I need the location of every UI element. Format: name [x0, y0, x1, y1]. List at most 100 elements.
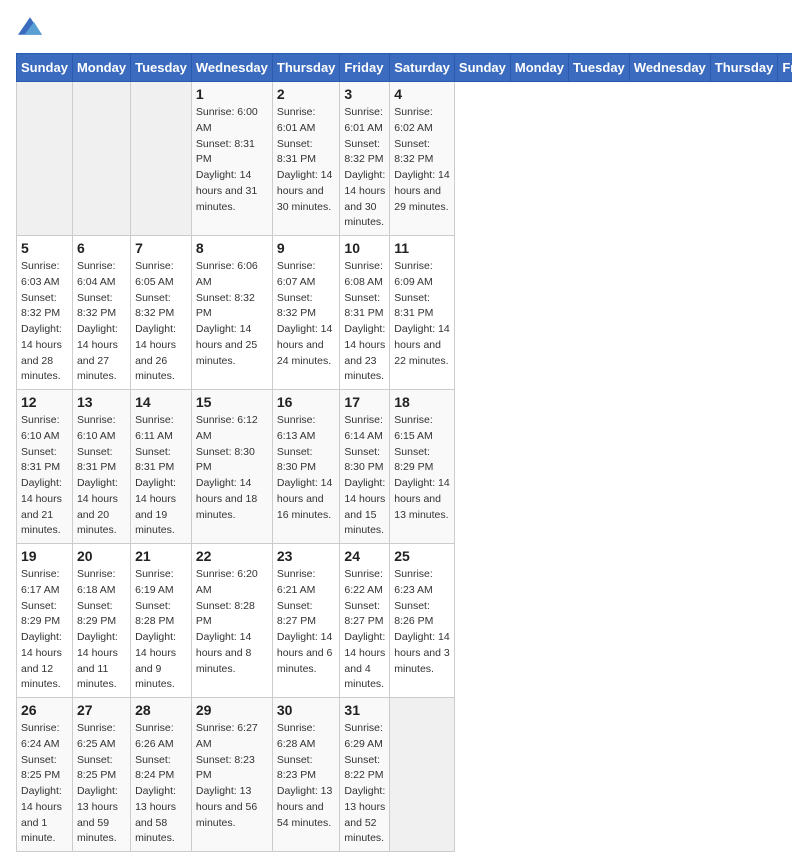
header-friday: Friday — [340, 54, 390, 82]
day-info: Sunrise: 6:10 AMSunset: 8:31 PMDaylight:… — [77, 413, 126, 539]
header-tuesday: Tuesday — [569, 54, 630, 82]
header-saturday: Saturday — [390, 54, 455, 82]
day-info: Sunrise: 6:24 AMSunset: 8:25 PMDaylight:… — [21, 721, 68, 847]
day-info: Sunrise: 6:10 AMSunset: 8:31 PMDaylight:… — [21, 413, 68, 539]
calendar-cell: 28 Sunrise: 6:26 AMSunset: 8:24 PMDayligh… — [131, 698, 192, 852]
day-number: 17 — [344, 394, 385, 410]
day-number: 13 — [77, 394, 126, 410]
day-info: Sunrise: 6:08 AMSunset: 8:31 PMDaylight:… — [344, 259, 385, 385]
header-monday: Monday — [510, 54, 568, 82]
day-number: 20 — [77, 548, 126, 564]
day-info: Sunrise: 6:01 AMSunset: 8:31 PMDaylight:… — [277, 105, 336, 215]
day-number: 8 — [196, 240, 268, 256]
calendar-cell: 7 Sunrise: 6:05 AMSunset: 8:32 PMDaylight… — [131, 236, 192, 390]
header-tuesday: Tuesday — [131, 54, 192, 82]
day-number: 10 — [344, 240, 385, 256]
day-number: 27 — [77, 702, 126, 718]
calendar-cell: 12 Sunrise: 6:10 AMSunset: 8:31 PMDayligh… — [17, 390, 73, 544]
calendar-cell: 20 Sunrise: 6:18 AMSunset: 8:29 PMDayligh… — [72, 544, 130, 698]
day-info: Sunrise: 6:21 AMSunset: 8:27 PMDaylight:… — [277, 567, 336, 677]
day-info: Sunrise: 6:13 AMSunset: 8:30 PMDaylight:… — [277, 413, 336, 523]
day-number: 16 — [277, 394, 336, 410]
day-number: 11 — [394, 240, 450, 256]
header-friday: Friday — [778, 54, 792, 82]
calendar-cell: 11 Sunrise: 6:09 AMSunset: 8:31 PMDayligh… — [390, 236, 455, 390]
day-number: 6 — [77, 240, 126, 256]
calendar-header-row: SundayMondayTuesdayWednesdayThursdayFrid… — [17, 54, 792, 82]
calendar-cell: 26 Sunrise: 6:24 AMSunset: 8:25 PMDayligh… — [17, 698, 73, 852]
day-number: 18 — [394, 394, 450, 410]
day-number: 26 — [21, 702, 68, 718]
calendar-cell: 13 Sunrise: 6:10 AMSunset: 8:31 PMDayligh… — [72, 390, 130, 544]
day-info: Sunrise: 6:17 AMSunset: 8:29 PMDaylight:… — [21, 567, 68, 693]
header-wednesday: Wednesday — [191, 54, 272, 82]
calendar-cell — [390, 698, 455, 852]
header-sunday: Sunday — [17, 54, 73, 82]
day-info: Sunrise: 6:04 AMSunset: 8:32 PMDaylight:… — [77, 259, 126, 385]
day-number: 9 — [277, 240, 336, 256]
calendar-cell: 10 Sunrise: 6:08 AMSunset: 8:31 PMDayligh… — [340, 236, 390, 390]
calendar-cell: 15Sunrise: 6:12 AMSunset: 8:30 PMDayligh… — [191, 390, 272, 544]
day-number: 4 — [394, 86, 450, 102]
day-info: Sunrise: 6:02 AMSunset: 8:32 PMDaylight:… — [394, 105, 450, 215]
day-info: Sunrise: 6:00 AMSunset: 8:31 PMDaylight:… — [196, 105, 268, 215]
calendar-cell: 16 Sunrise: 6:13 AMSunset: 8:30 PMDayligh… — [272, 390, 340, 544]
day-info: Sunrise: 6:26 AMSunset: 8:24 PMDaylight:… — [135, 721, 187, 847]
calendar-cell: 27 Sunrise: 6:25 AMSunset: 8:25 PMDayligh… — [72, 698, 130, 852]
day-number: 7 — [135, 240, 187, 256]
calendar-cell — [131, 82, 192, 236]
day-info: Sunrise: 6:15 AMSunset: 8:29 PMDaylight:… — [394, 413, 450, 523]
day-number: 31 — [344, 702, 385, 718]
day-number: 3 — [344, 86, 385, 102]
day-info: Sunrise: 6:05 AMSunset: 8:32 PMDaylight:… — [135, 259, 187, 385]
calendar-week-row: 26 Sunrise: 6:24 AMSunset: 8:25 PMDayligh… — [17, 698, 792, 852]
calendar-week-row: 5Sunrise: 6:03 AMSunset: 8:32 PMDaylight… — [17, 236, 792, 390]
day-info: Sunrise: 6:09 AMSunset: 8:31 PMDaylight:… — [394, 259, 450, 369]
calendar-cell: 17 Sunrise: 6:14 AMSunset: 8:30 PMDayligh… — [340, 390, 390, 544]
day-number: 29 — [196, 702, 268, 718]
calendar-cell: 2 Sunrise: 6:01 AMSunset: 8:31 PMDaylight… — [272, 82, 340, 236]
day-info: Sunrise: 6:06 AMSunset: 8:32 PMDaylight:… — [196, 259, 268, 369]
day-info: Sunrise: 6:20 AMSunset: 8:28 PMDaylight:… — [196, 567, 268, 677]
header-monday: Monday — [72, 54, 130, 82]
day-info: Sunrise: 6:22 AMSunset: 8:27 PMDaylight:… — [344, 567, 385, 693]
day-number: 21 — [135, 548, 187, 564]
calendar-cell: 6 Sunrise: 6:04 AMSunset: 8:32 PMDaylight… — [72, 236, 130, 390]
day-info: Sunrise: 6:29 AMSunset: 8:22 PMDaylight:… — [344, 721, 385, 847]
day-info: Sunrise: 6:12 AMSunset: 8:30 PMDaylight:… — [196, 413, 268, 523]
day-info: Sunrise: 6:19 AMSunset: 8:28 PMDaylight:… — [135, 567, 187, 693]
calendar-week-row: 12 Sunrise: 6:10 AMSunset: 8:31 PMDayligh… — [17, 390, 792, 544]
calendar-cell: 31 Sunrise: 6:29 AMSunset: 8:22 PMDayligh… — [340, 698, 390, 852]
day-number: 14 — [135, 394, 187, 410]
calendar-cell: 14Sunrise: 6:11 AMSunset: 8:31 PMDayligh… — [131, 390, 192, 544]
day-number: 28 — [135, 702, 187, 718]
day-number: 25 — [394, 548, 450, 564]
day-number: 5 — [21, 240, 68, 256]
day-info: Sunrise: 6:01 AMSunset: 8:32 PMDaylight:… — [344, 105, 385, 231]
calendar-week-row: 1 Sunrise: 6:00 AMSunset: 8:31 PMDaylight… — [17, 82, 792, 236]
calendar-cell — [72, 82, 130, 236]
day-number: 2 — [277, 86, 336, 102]
day-info: Sunrise: 6:18 AMSunset: 8:29 PMDaylight:… — [77, 567, 126, 693]
calendar-cell: 25Sunrise: 6:23 AMSunset: 8:26 PMDayligh… — [390, 544, 455, 698]
logo-icon — [18, 16, 42, 36]
calendar-cell: 24 Sunrise: 6:22 AMSunset: 8:27 PMDayligh… — [340, 544, 390, 698]
calendar-cell: 3 Sunrise: 6:01 AMSunset: 8:32 PMDaylight… — [340, 82, 390, 236]
day-number: 19 — [21, 548, 68, 564]
day-info: Sunrise: 6:14 AMSunset: 8:30 PMDaylight:… — [344, 413, 385, 539]
logo — [16, 16, 42, 41]
day-info: Sunrise: 6:28 AMSunset: 8:23 PMDaylight:… — [277, 721, 336, 831]
calendar-cell: 8 Sunrise: 6:06 AMSunset: 8:32 PMDaylight… — [191, 236, 272, 390]
day-info: Sunrise: 6:25 AMSunset: 8:25 PMDaylight:… — [77, 721, 126, 847]
day-number: 24 — [344, 548, 385, 564]
header-sunday: Sunday — [454, 54, 510, 82]
day-number: 1 — [196, 86, 268, 102]
calendar-cell: 23Sunrise: 6:21 AMSunset: 8:27 PMDayligh… — [272, 544, 340, 698]
calendar-cell: 30Sunrise: 6:28 AMSunset: 8:23 PMDayligh… — [272, 698, 340, 852]
calendar-cell: 5Sunrise: 6:03 AMSunset: 8:32 PMDaylight… — [17, 236, 73, 390]
day-number: 12 — [21, 394, 68, 410]
calendar-table: SundayMondayTuesdayWednesdayThursdayFrid… — [16, 53, 792, 852]
day-info: Sunrise: 6:07 AMSunset: 8:32 PMDaylight:… — [277, 259, 336, 369]
calendar-cell: 1 Sunrise: 6:00 AMSunset: 8:31 PMDaylight… — [191, 82, 272, 236]
page-header — [16, 16, 776, 41]
